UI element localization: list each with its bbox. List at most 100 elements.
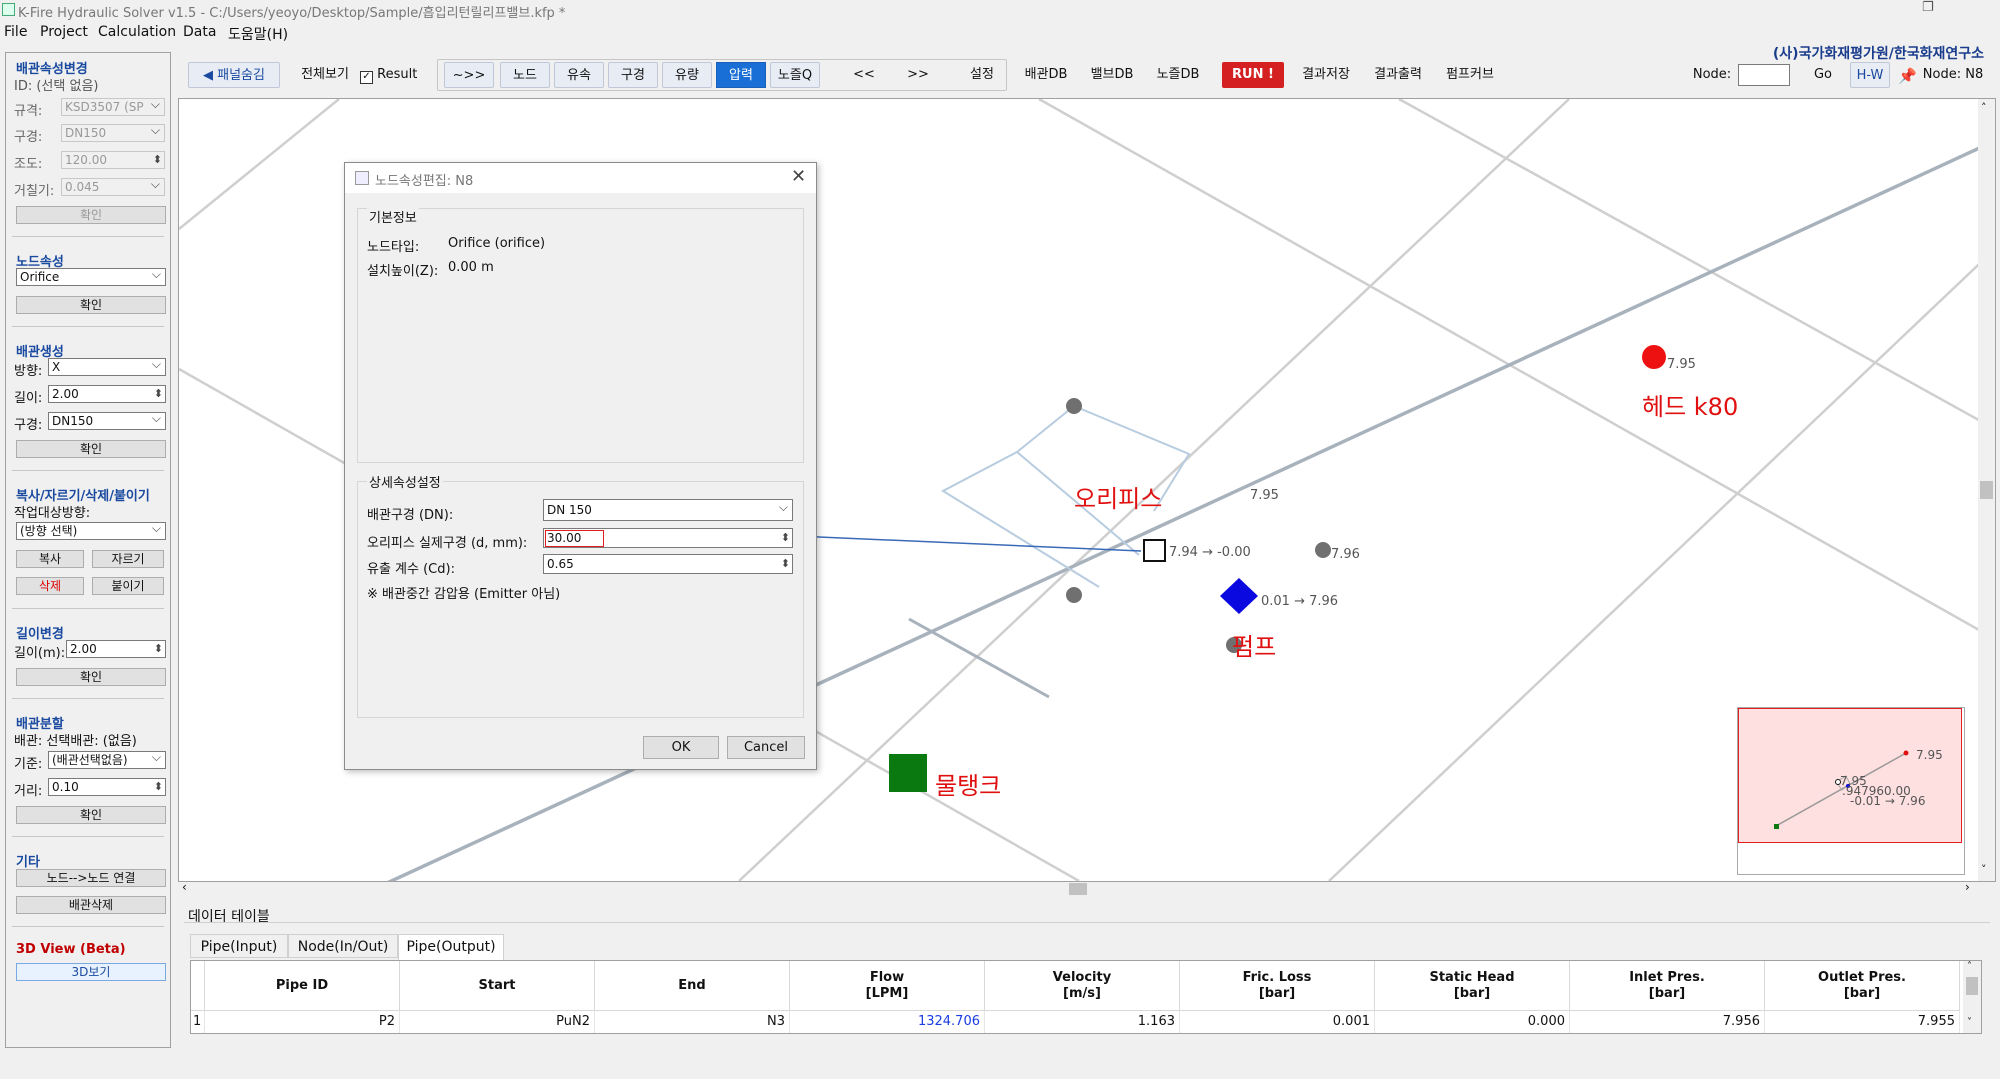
header-outlet-pres[interactable]: Outlet Pres. [bar]: [1765, 961, 1960, 1011]
cell-pipe-id[interactable]: P2: [205, 1011, 400, 1033]
header-flow[interactable]: Flow [LPM]: [790, 961, 985, 1011]
scroll-down-icon[interactable]: ˅: [1981, 863, 1987, 876]
header-fric-loss[interactable]: Fric. Loss [bar]: [1180, 961, 1375, 1011]
menu-project[interactable]: Project: [40, 24, 88, 40]
pipe-props-confirm-button[interactable]: 확인: [16, 206, 166, 224]
data-table-panel: 데이터 테이블 Pipe(Input) Node(In/Out) Pipe(Ou…: [178, 900, 1996, 1048]
cell-start[interactable]: PuN2: [400, 1011, 595, 1033]
result-checkbox[interactable]: ✓ Result: [360, 62, 422, 88]
rough-label: 조도:: [14, 157, 43, 172]
menu-bar: File Project Calculation Data 도움말(H) (사)…: [0, 20, 2000, 62]
cd-input[interactable]: 0.65: [543, 554, 793, 574]
go-button[interactable]: Go: [1808, 62, 1838, 88]
pump-curve-button[interactable]: 펌프커브: [1440, 62, 1500, 88]
pipe-db-button[interactable]: 배관DB: [1018, 62, 1074, 88]
settings-button[interactable]: 설정: [962, 62, 1002, 88]
cut-button[interactable]: 자르기: [92, 550, 164, 568]
direction-select[interactable]: X: [48, 358, 166, 376]
result-label: Result: [377, 67, 418, 82]
nozzle-db-button[interactable]: 노즐DB: [1150, 62, 1206, 88]
pipe-dia-select[interactable]: DN 150: [543, 499, 793, 521]
distance-input[interactable]: 0.10: [48, 778, 166, 796]
cell-fric-loss[interactable]: 0.001: [1180, 1011, 1375, 1033]
close-icon[interactable]: ✕: [791, 166, 806, 187]
diameter-button[interactable]: 구경: [608, 62, 658, 88]
header-end[interactable]: End: [595, 961, 790, 1011]
menu-data[interactable]: Data: [183, 24, 216, 40]
header-start[interactable]: Start: [400, 961, 595, 1011]
tab-pipe-output[interactable]: Pipe(Output): [398, 934, 504, 960]
pressure-button[interactable]: 압력: [716, 62, 766, 88]
scroll-right-icon[interactable]: ›: [1965, 880, 1970, 894]
pipe-create-confirm-button[interactable]: 확인: [16, 440, 166, 458]
cell-velocity[interactable]: 1.163: [985, 1011, 1180, 1033]
node-connect-button[interactable]: 노드-->노드 연결: [16, 869, 166, 887]
hw-button[interactable]: H-W: [1850, 62, 1890, 88]
hide-panel-button[interactable]: ◀ 패널숨김: [188, 62, 280, 88]
menu-help[interactable]: 도움말(H): [228, 24, 288, 44]
basic-info-title: 기본정보: [367, 207, 419, 226]
cell-outlet-pres[interactable]: 7.955: [1765, 1011, 1960, 1033]
menu-calculation[interactable]: Calculation: [98, 24, 176, 40]
restore-icon[interactable]: ❐: [1922, 0, 1934, 15]
pipe-split-confirm-button[interactable]: 확인: [16, 806, 166, 824]
node-edit-dialog: 노드속성편집: N8 ✕ 기본정보 노드타입: Orifice (orifice…: [344, 162, 817, 770]
tab-node-inout[interactable]: Node(In/Out): [288, 934, 398, 958]
flow-button[interactable]: 유량: [662, 62, 712, 88]
create-dia-select[interactable]: DN150: [48, 412, 166, 430]
grid-scroll-up-icon[interactable]: ˄: [1967, 961, 1972, 972]
scroll-up-icon[interactable]: ˄: [1981, 101, 1987, 114]
node-type-select[interactable]: Orifice: [16, 268, 166, 286]
cell-end[interactable]: N3: [595, 1011, 790, 1033]
minimap[interactable]: 7.95 7.95 .947960.00 -0.01 → 7.96: [1737, 707, 1965, 875]
length-change-confirm-button[interactable]: 확인: [16, 668, 166, 686]
view3d-button[interactable]: 3D보기: [16, 963, 166, 981]
header-inlet-pres[interactable]: Inlet Pres. [bar]: [1570, 961, 1765, 1011]
right-node: [1315, 542, 1331, 558]
full-view-button[interactable]: 전체보기: [296, 62, 354, 88]
ok-button[interactable]: OK: [643, 736, 719, 759]
vertical-scrollbar[interactable]: ˄ ˅: [1978, 99, 1995, 881]
menu-file[interactable]: File: [4, 24, 27, 40]
node-button[interactable]: 노드: [500, 62, 550, 88]
run-button[interactable]: RUN !: [1222, 62, 1284, 88]
node-search-input[interactable]: [1738, 64, 1790, 86]
arrow-button[interactable]: ~>>: [444, 62, 494, 88]
tab-pipe-input[interactable]: Pipe(Input): [190, 934, 288, 958]
delete-pipe-button[interactable]: 배관삭제: [16, 896, 166, 914]
orifice-d-input[interactable]: 30.00: [543, 528, 793, 548]
length-change-input[interactable]: 2.00: [66, 640, 166, 658]
delete-button[interactable]: 삭제: [16, 577, 84, 595]
copy-button[interactable]: 복사: [16, 550, 84, 568]
target-direction-select[interactable]: (방향 선택): [16, 522, 166, 540]
length-input[interactable]: 2.00: [48, 385, 166, 403]
header-pipe-id[interactable]: Pipe ID: [205, 961, 400, 1011]
spec-select[interactable]: KSD3507 (SP: [61, 98, 165, 116]
horizontal-scrollbar[interactable]: ‹ ›: [179, 880, 1979, 896]
print-result-button[interactable]: 결과출력: [1368, 62, 1428, 88]
grid-scroll-down-icon[interactable]: ˅: [1967, 1017, 1972, 1028]
save-result-button[interactable]: 결과저장: [1296, 62, 1356, 88]
grid-scroll-thumb[interactable]: [1966, 977, 1978, 995]
cancel-button[interactable]: Cancel: [727, 736, 805, 759]
cell-flow[interactable]: 1324.706: [790, 1011, 985, 1033]
cell-inlet-pres[interactable]: 7.956: [1570, 1011, 1765, 1033]
header-velocity[interactable]: Velocity [m/s]: [985, 961, 1180, 1011]
header-static-head[interactable]: Static Head [bar]: [1375, 961, 1570, 1011]
valve-db-button[interactable]: 밸브DB: [1084, 62, 1140, 88]
cell-static-head[interactable]: 0.000: [1375, 1011, 1570, 1033]
prev-button[interactable]: <<: [846, 62, 882, 88]
paste-button[interactable]: 붙이기: [92, 577, 164, 595]
vertical-scroll-thumb[interactable]: [1980, 481, 1993, 499]
nozzle-q-button[interactable]: 노즐Q: [770, 62, 820, 88]
base-select[interactable]: (배관선택없음): [48, 751, 166, 769]
eps-select[interactable]: 0.045: [61, 178, 165, 196]
node-props-confirm-button[interactable]: 확인: [16, 296, 166, 314]
horizontal-scroll-thumb[interactable]: [1069, 883, 1087, 895]
rough-input[interactable]: 120.00: [61, 151, 165, 169]
dia-select[interactable]: DN150: [61, 124, 165, 142]
grid-scrollbar[interactable]: ˄ ˅: [1963, 961, 1981, 1033]
next-button[interactable]: >>: [900, 62, 936, 88]
scroll-left-icon[interactable]: ‹: [182, 880, 187, 894]
velocity-button[interactable]: 유속: [554, 62, 604, 88]
